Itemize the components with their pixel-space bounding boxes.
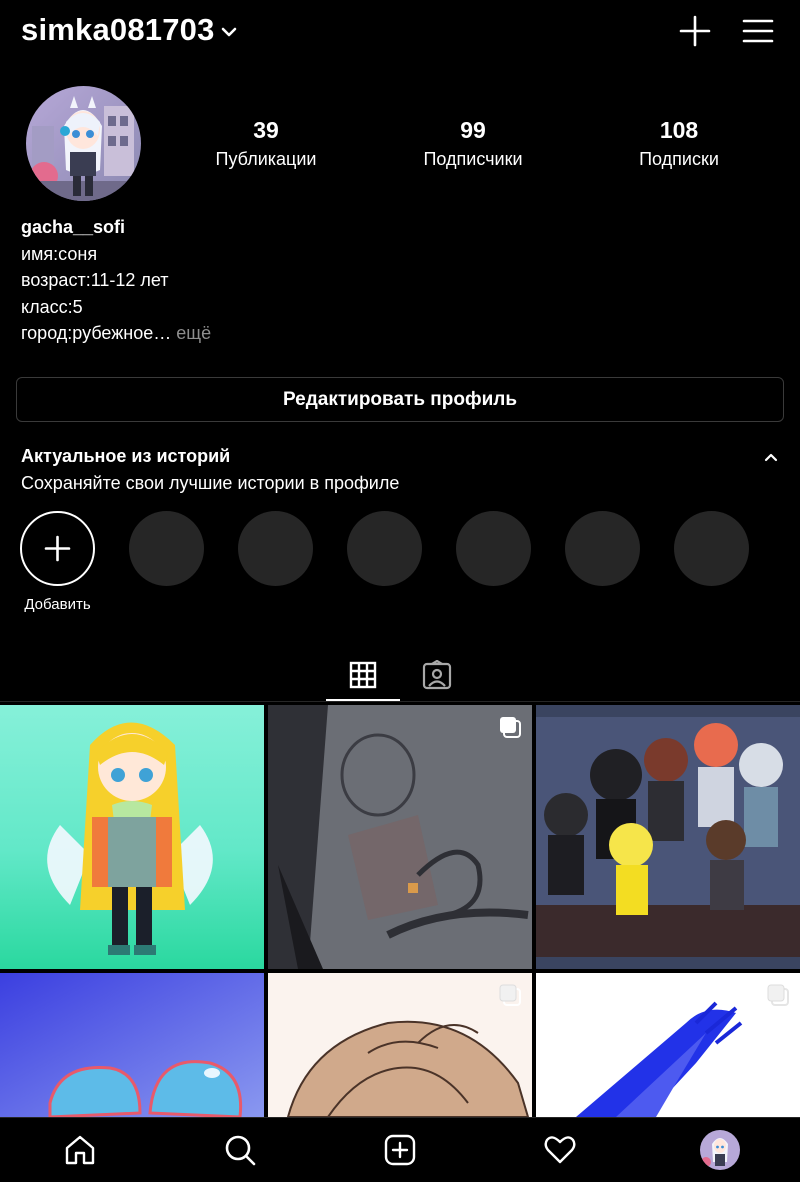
create-post-icon xyxy=(384,1134,416,1166)
search-icon xyxy=(225,1135,256,1166)
multiple-posts-icon xyxy=(500,717,521,738)
post-image xyxy=(536,973,800,1117)
following-label: Подписки xyxy=(639,149,719,169)
post-thumbnail[interactable] xyxy=(536,973,800,1117)
bio-line-last: город:рубежное… ещё xyxy=(21,320,211,347)
tab-tagged[interactable] xyxy=(400,650,474,700)
post-image xyxy=(536,705,800,969)
highlight-placeholder[interactable] xyxy=(238,511,313,586)
plus-icon xyxy=(44,535,71,562)
top-bar: simka081703 xyxy=(0,0,800,64)
new-post-plus-icon[interactable] xyxy=(678,14,712,48)
bio-line: возраст:11-12 лет xyxy=(21,270,169,290)
following-count: 108 xyxy=(659,117,699,143)
stat-posts[interactable]: 39 Публикации xyxy=(166,116,366,173)
username: simka081703 xyxy=(21,12,215,47)
post-thumbnail[interactable] xyxy=(268,973,532,1117)
chevron-down-icon xyxy=(221,27,236,37)
highlights-title: Актуальное из историй xyxy=(21,446,231,466)
nav-activity[interactable] xyxy=(540,1130,580,1170)
account-switcher[interactable]: simka081703 xyxy=(21,12,237,48)
post-thumbnail[interactable] xyxy=(0,973,264,1117)
nav-home[interactable] xyxy=(60,1130,100,1170)
highlight-placeholder[interactable] xyxy=(456,511,531,586)
post-image xyxy=(0,705,264,969)
posts-count: 39 xyxy=(253,117,279,143)
profile-avatar[interactable] xyxy=(26,86,141,201)
multiple-posts-icon xyxy=(499,984,521,1006)
highlights-subtitle: Сохраняйте свои лучшие истории в профиле xyxy=(21,473,400,493)
activity-heart-icon xyxy=(544,1136,576,1164)
profile-avatar-small xyxy=(700,1130,740,1170)
grid-icon xyxy=(349,661,377,689)
display-name: gacha__sofi xyxy=(21,217,126,237)
post-image xyxy=(268,973,532,1117)
divider xyxy=(0,701,800,702)
highlight-placeholder[interactable] xyxy=(129,511,204,586)
followers-label: Подписчики xyxy=(423,149,523,169)
bio-more-link[interactable]: ещё xyxy=(171,323,211,343)
home-icon xyxy=(65,1135,95,1165)
bio-line: класс:5 xyxy=(21,296,83,317)
nav-search[interactable] xyxy=(220,1130,260,1170)
post-image xyxy=(268,705,532,969)
bio-line: имя:соня xyxy=(21,243,98,264)
followers-count: 99 xyxy=(460,117,486,143)
add-highlight-label: Добавить xyxy=(24,596,91,613)
edit-profile-button[interactable]: Редактировать профиль xyxy=(16,377,784,422)
tagged-icon xyxy=(422,660,452,690)
highlight-placeholder[interactable] xyxy=(565,511,640,586)
post-image xyxy=(0,973,264,1117)
stat-following[interactable]: 108 Подписки xyxy=(579,116,779,173)
chevron-up-icon[interactable] xyxy=(760,448,782,466)
tab-grid[interactable] xyxy=(326,650,400,700)
bio-line-truncated: город:рубежное… xyxy=(21,323,172,343)
post-thumbnail[interactable] xyxy=(268,705,532,969)
post-thumbnail[interactable] xyxy=(536,705,800,969)
nav-profile[interactable] xyxy=(700,1130,740,1170)
profile-bio: gacha__sofi имя:соня возраст:11-12 лет к… xyxy=(21,214,211,347)
multiple-posts-icon xyxy=(767,984,789,1006)
add-highlight-button[interactable] xyxy=(20,511,95,586)
nav-create[interactable] xyxy=(380,1130,420,1170)
highlight-placeholder[interactable] xyxy=(347,511,422,586)
stat-followers[interactable]: 99 Подписчики xyxy=(373,116,573,173)
posts-label: Публикации xyxy=(215,149,317,169)
highlight-placeholder[interactable] xyxy=(674,511,749,586)
menu-icon[interactable] xyxy=(741,14,775,48)
post-thumbnail[interactable] xyxy=(0,705,264,969)
bottom-nav xyxy=(0,1117,800,1182)
